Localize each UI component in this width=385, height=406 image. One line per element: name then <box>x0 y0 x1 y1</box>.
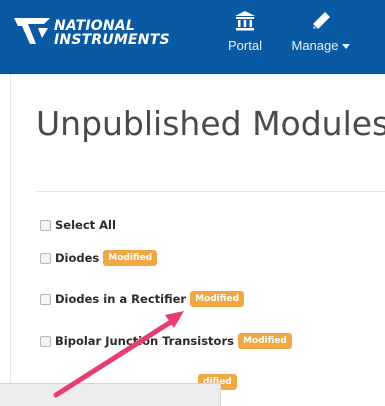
overlay-popup <box>0 383 221 406</box>
module-row[interactable]: Diodes in a Rectifier Modified <box>40 289 244 309</box>
select-all-row[interactable]: Select All <box>40 215 116 235</box>
top-navbar: NATIONAL INSTRUMENTS Portal Manage <box>0 0 385 74</box>
nav-manage-label: Manage <box>291 38 339 53</box>
pencil-icon <box>282 10 360 34</box>
institution-icon <box>220 10 270 34</box>
select-all-label: Select All <box>55 218 116 232</box>
modified-badge: Modified <box>190 291 244 307</box>
select-all-checkbox[interactable] <box>40 219 51 231</box>
nav-portal-label: Portal <box>228 38 262 53</box>
logo-line-instruments: INSTRUMENTS <box>54 32 170 48</box>
page-title: Unpublished Modules <box>36 104 385 143</box>
nav-manage-dropdown[interactable]: Manage <box>282 10 360 53</box>
module-row[interactable]: Bipolar Junction Transistors Modified <box>40 331 292 351</box>
modified-badge: Modified <box>237 333 292 349</box>
logo-line-national: NATIONAL <box>54 18 135 34</box>
module-name: Diodes in a Rectifier <box>55 292 187 306</box>
main-content: Unpublished Modules Select All Diodes Mo… <box>10 74 385 405</box>
national-instruments-logo[interactable]: NATIONAL INSTRUMENTS <box>14 16 204 56</box>
module-checkbox[interactable] <box>40 335 51 347</box>
module-checkbox[interactable] <box>40 293 51 305</box>
modified-badge: Modified <box>103 250 158 266</box>
logo-text: NATIONAL INSTRUMENTS <box>54 19 170 47</box>
eagle-logo-icon <box>14 18 50 44</box>
module-row[interactable]: Diodes Modified <box>40 248 158 268</box>
module-name: Bipolar Junction Transistors <box>55 334 234 348</box>
nav-portal[interactable]: Portal <box>220 10 270 53</box>
module-name: Diodes <box>55 251 100 265</box>
caret-down-icon <box>342 44 351 50</box>
module-checkbox[interactable] <box>40 252 51 264</box>
divider <box>36 191 385 192</box>
